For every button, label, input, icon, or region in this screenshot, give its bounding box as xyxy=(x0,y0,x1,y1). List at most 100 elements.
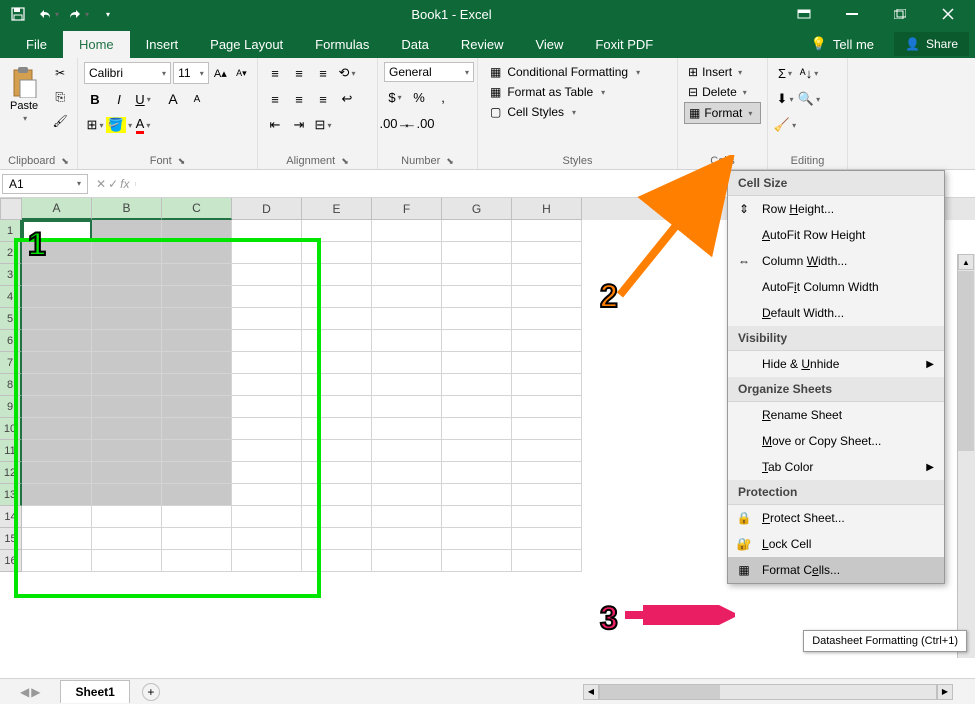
row-header[interactable]: 8 xyxy=(0,374,22,396)
cell[interactable] xyxy=(512,330,582,352)
decrease-font-size-icon[interactable]: A xyxy=(186,88,208,110)
menu-row-height[interactable]: ⇕Row Height... xyxy=(728,196,944,222)
cell[interactable] xyxy=(302,396,372,418)
cell[interactable] xyxy=(232,330,302,352)
delete-cells-button[interactable]: ⊟Delete▾ xyxy=(684,82,761,102)
cell[interactable] xyxy=(372,550,442,572)
align-middle-icon[interactable]: ≡ xyxy=(288,62,310,84)
sort-filter-icon[interactable]: ᴬ↓▾ xyxy=(798,62,820,84)
cell[interactable] xyxy=(372,352,442,374)
menu-protect-sheet[interactable]: 🔒Protect Sheet... xyxy=(728,505,944,531)
cell[interactable] xyxy=(232,506,302,528)
tab-foxit[interactable]: Foxit PDF xyxy=(579,31,669,58)
increase-indent-icon[interactable]: ⇥ xyxy=(288,114,310,136)
align-left-icon[interactable]: ≡ xyxy=(264,88,286,110)
cell[interactable] xyxy=(92,506,162,528)
cell[interactable] xyxy=(512,242,582,264)
col-header[interactable]: A xyxy=(22,198,92,220)
cell[interactable] xyxy=(302,308,372,330)
cell[interactable] xyxy=(372,374,442,396)
cell[interactable] xyxy=(442,242,512,264)
cell[interactable] xyxy=(162,528,232,550)
cell[interactable] xyxy=(22,506,92,528)
cell[interactable] xyxy=(372,264,442,286)
cell[interactable] xyxy=(442,330,512,352)
cell[interactable] xyxy=(22,528,92,550)
cell[interactable] xyxy=(92,242,162,264)
cell[interactable] xyxy=(512,462,582,484)
cell[interactable] xyxy=(302,506,372,528)
row-header[interactable]: 12 xyxy=(0,462,22,484)
dialog-launcher-icon[interactable]: ⬊ xyxy=(341,156,349,167)
cell[interactable] xyxy=(442,418,512,440)
cell[interactable] xyxy=(22,264,92,286)
share-button[interactable]: 👤Share xyxy=(894,32,969,56)
redo-icon[interactable]: ▾ xyxy=(64,2,92,26)
cell[interactable] xyxy=(512,220,582,242)
cell[interactable] xyxy=(512,286,582,308)
cell[interactable] xyxy=(302,528,372,550)
col-header[interactable]: F xyxy=(372,198,442,220)
cell[interactable] xyxy=(92,396,162,418)
cell[interactable] xyxy=(302,418,372,440)
row-header[interactable]: 13 xyxy=(0,484,22,506)
comma-icon[interactable]: , xyxy=(432,86,454,108)
find-select-icon[interactable]: 🔍▾ xyxy=(798,88,820,110)
cell[interactable] xyxy=(372,220,442,242)
cell[interactable] xyxy=(162,418,232,440)
cell[interactable] xyxy=(442,484,512,506)
cell[interactable] xyxy=(92,462,162,484)
align-right-icon[interactable]: ≡ xyxy=(312,88,334,110)
row-header[interactable]: 15 xyxy=(0,528,22,550)
cell[interactable] xyxy=(512,440,582,462)
cell[interactable] xyxy=(302,440,372,462)
cell[interactable] xyxy=(512,396,582,418)
format-as-table-button[interactable]: ▦Format as Table▾ xyxy=(484,82,671,102)
dialog-launcher-icon[interactable]: ⬊ xyxy=(446,156,454,167)
tab-data[interactable]: Data xyxy=(385,31,444,58)
cell[interactable] xyxy=(162,396,232,418)
align-bottom-icon[interactable]: ≡ xyxy=(312,62,334,84)
cell[interactable] xyxy=(372,440,442,462)
cell[interactable] xyxy=(22,396,92,418)
cell[interactable] xyxy=(442,220,512,242)
menu-move-copy[interactable]: Move or Copy Sheet... xyxy=(728,428,944,454)
bold-button[interactable]: B xyxy=(84,88,106,110)
cell[interactable] xyxy=(512,264,582,286)
cell[interactable] xyxy=(92,308,162,330)
cell[interactable] xyxy=(442,506,512,528)
cell[interactable] xyxy=(232,264,302,286)
add-sheet-button[interactable]: + xyxy=(142,683,160,701)
cell[interactable] xyxy=(232,242,302,264)
merge-center-icon[interactable]: ⊟▾ xyxy=(312,114,334,136)
cell[interactable] xyxy=(442,352,512,374)
horizontal-scrollbar[interactable]: ◀ ▶ xyxy=(583,684,953,700)
cell[interactable] xyxy=(302,352,372,374)
cell[interactable] xyxy=(162,440,232,462)
font-name-select[interactable]: Calibri▾ xyxy=(84,62,171,84)
decrease-font-icon[interactable]: A▾ xyxy=(232,62,251,84)
dialog-launcher-icon[interactable]: ⬊ xyxy=(61,156,69,167)
col-header[interactable]: B xyxy=(92,198,162,220)
increase-font-icon[interactable]: A▴ xyxy=(211,62,230,84)
cell[interactable] xyxy=(302,484,372,506)
accounting-icon[interactable]: $▾ xyxy=(384,86,406,108)
cell[interactable] xyxy=(442,264,512,286)
insert-cells-button[interactable]: ⊞Insert▾ xyxy=(684,62,761,82)
decrease-decimal-icon[interactable]: ←.00 xyxy=(408,112,430,134)
cell[interactable] xyxy=(232,418,302,440)
fill-color-icon[interactable]: 🪣▾ xyxy=(108,114,130,136)
cell[interactable] xyxy=(92,550,162,572)
cell[interactable] xyxy=(232,550,302,572)
menu-format-cells[interactable]: ▦Format Cells... xyxy=(728,557,944,583)
cell[interactable] xyxy=(302,374,372,396)
tab-file[interactable]: File xyxy=(10,31,63,58)
qat-customize-icon[interactable]: ▾ xyxy=(94,2,122,26)
row-header[interactable]: 16 xyxy=(0,550,22,572)
cell[interactable] xyxy=(22,330,92,352)
prev-sheet-icon[interactable]: ◀ xyxy=(20,685,29,699)
borders-icon[interactable]: ⊞▾ xyxy=(84,114,106,136)
close-icon[interactable] xyxy=(925,2,971,26)
orientation-icon[interactable]: ⟲▾ xyxy=(336,62,358,84)
cell[interactable] xyxy=(372,286,442,308)
